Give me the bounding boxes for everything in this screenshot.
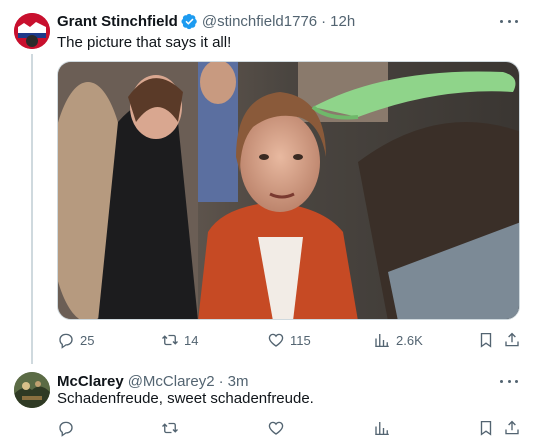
verified-badge-icon — [181, 13, 197, 29]
author-handle[interactable]: @McClarey2 — [128, 373, 215, 390]
views-button[interactable]: 2.6K — [373, 331, 423, 349]
bookmark-button[interactable] — [477, 419, 495, 437]
tweet-timestamp[interactable]: 3m — [228, 373, 249, 390]
bookmark-icon — [480, 332, 492, 348]
tweet-header: McClarey @McClarey2 · 3m — [57, 371, 494, 391]
author-handle[interactable]: @stinchfield1776 — [202, 13, 317, 30]
tweet-timestamp[interactable]: 12h — [330, 13, 355, 30]
like-count: 115 — [290, 332, 311, 348]
bookmark-button[interactable] — [477, 331, 495, 349]
reply-count: 25 — [80, 332, 95, 348]
reply-icon — [59, 333, 73, 349]
retweet-button[interactable]: 14 — [161, 331, 198, 349]
share-button[interactable] — [503, 419, 521, 437]
more-options-icon[interactable] — [500, 14, 518, 28]
more-options-icon[interactable] — [500, 374, 518, 388]
views-count: 2.6K — [396, 332, 423, 348]
tweet-actions — [57, 418, 520, 438]
bookmark-icon — [480, 420, 492, 436]
reply-icon — [59, 421, 73, 437]
tweet-header: Grant Stinchfield @stinchfield1776 · 12h — [57, 11, 494, 31]
author-avatar[interactable] — [14, 372, 50, 408]
tweet-photo[interactable] — [57, 61, 520, 320]
author-avatar[interactable] — [14, 13, 50, 49]
tweet-text: Schadenfreude, sweet schadenfreude. — [57, 390, 314, 407]
separator-dot: · — [321, 12, 327, 30]
tweet-actions: 25 14 115 2.6K — [57, 330, 520, 350]
views-chart-icon — [375, 334, 389, 348]
tweet-main[interactable]: Grant Stinchfield @stinchfield1776 · 12h… — [0, 0, 534, 364]
retweet-button[interactable] — [161, 419, 179, 437]
photo-image — [58, 62, 519, 319]
author-name[interactable]: McClarey — [57, 373, 124, 390]
heart-icon — [268, 421, 284, 435]
tweet-reply[interactable]: McClarey @McClarey2 · 3m Schadenfreude, … — [0, 358, 534, 445]
like-button[interactable]: 115 — [267, 331, 311, 349]
share-icon — [505, 420, 519, 435]
tweet-text: The picture that says it all! — [57, 34, 232, 51]
share-icon — [505, 332, 519, 347]
heart-icon — [268, 333, 284, 347]
retweet-icon — [162, 422, 178, 434]
views-chart-icon — [375, 422, 389, 436]
like-button[interactable] — [267, 419, 285, 437]
reply-button[interactable]: 25 — [57, 331, 94, 349]
avatar-logo-icon — [14, 13, 50, 49]
share-button[interactable] — [503, 331, 521, 349]
retweet-count: 14 — [184, 332, 199, 348]
author-name[interactable]: Grant Stinchfield — [57, 13, 178, 30]
views-button[interactable] — [373, 419, 391, 437]
separator-dot: · — [218, 372, 224, 390]
thread-line — [31, 54, 33, 364]
retweet-icon — [162, 334, 178, 346]
reply-button[interactable] — [57, 419, 75, 437]
avatar-photo-icon — [14, 372, 50, 408]
